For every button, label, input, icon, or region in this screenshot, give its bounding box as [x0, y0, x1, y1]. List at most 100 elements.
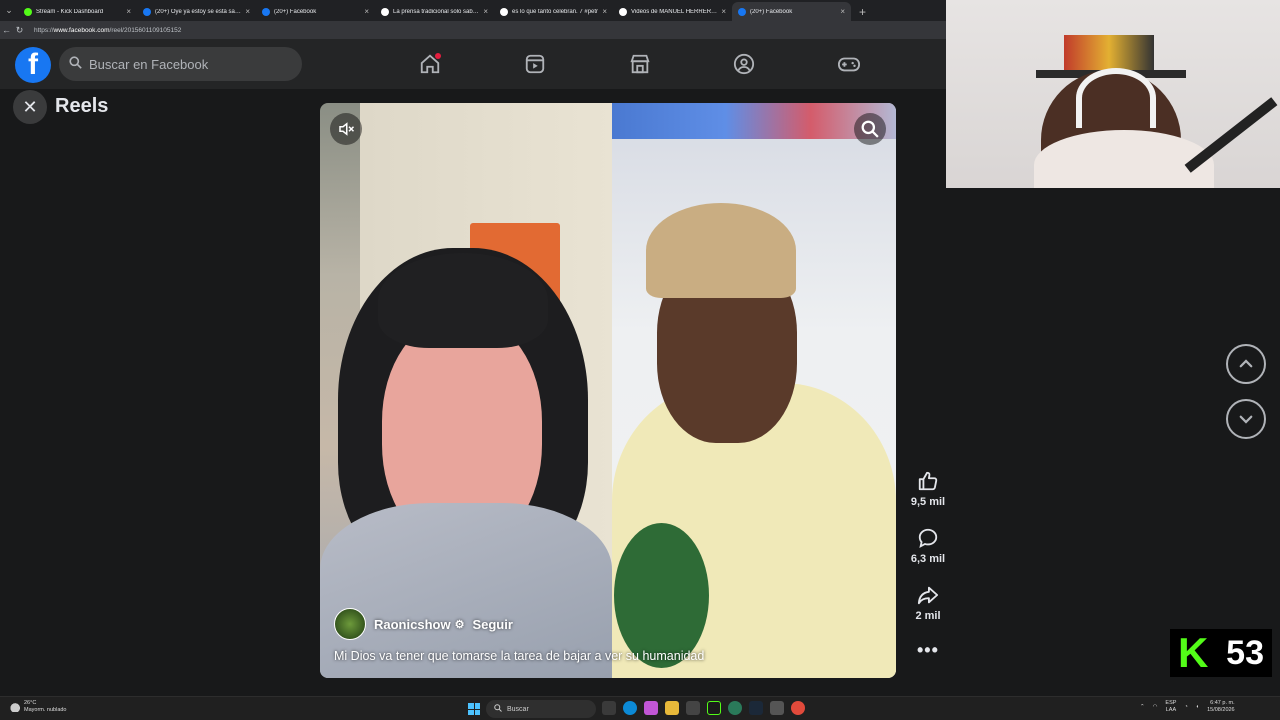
tab-title: (20+) Oye ya estoy se está saliendo [155, 8, 242, 15]
webcam-shelf-items [1064, 35, 1154, 70]
browser-tab-strip: ⌄ Stream - Kick Dashboard × (20+) Oye ya e… [0, 0, 946, 21]
tab-favicon-icon [24, 7, 32, 16]
weather-widget[interactable]: 26°C Mayorm. nublado [8, 700, 67, 714]
close-icon: ✕ [22, 96, 38, 117]
back-icon[interactable]: ← [0, 25, 13, 35]
clock[interactable]: 6:47 p. m. 15/08/2026 [1207, 700, 1235, 714]
facebook-logo[interactable]: f [15, 47, 51, 83]
more-options-button[interactable]: ••• [917, 640, 939, 661]
task-view-icon[interactable] [602, 701, 616, 715]
share-icon [917, 586, 939, 605]
url-host: www.facebook.com [53, 26, 110, 34]
notification-dot [435, 53, 441, 59]
reload-icon[interactable]: ↻ [13, 25, 26, 36]
steam-icon[interactable] [749, 701, 763, 715]
system-tray: ⌃ ◠ ESP LAA ◔ ◖ 6:47 p. m. 15/08/2026 [1140, 700, 1235, 714]
reel-owner-row: Raonicshow ⚙ Seguir [334, 608, 513, 640]
webcam-mic-arm [1184, 97, 1278, 173]
tab-favicon-icon [738, 7, 746, 16]
chevron-up-icon[interactable]: ⌃ [1140, 704, 1145, 710]
home-icon[interactable] [418, 52, 442, 76]
start-button[interactable] [468, 703, 480, 715]
wifi-icon[interactable]: ◔ [1184, 704, 1187, 710]
close-reels-button[interactable]: ✕ [13, 90, 47, 124]
reel-video[interactable]: Raonicshow ⚙ Seguir Mi Dios va tener que… [320, 103, 896, 678]
tab-close-icon[interactable]: × [840, 7, 845, 16]
video-shirt-seal [614, 523, 709, 668]
new-tab-button[interactable]: + [851, 2, 874, 21]
chrome-icon[interactable] [791, 701, 805, 715]
search-icon [69, 56, 82, 72]
browser-tab[interactable]: es lo que tanto celebran. 7 #petr × [494, 2, 613, 21]
kick-app-icon[interactable] [707, 701, 721, 715]
weather-text: Mayorm. nublado [24, 707, 67, 713]
windows-taskbar: 26°C Mayorm. nublado Buscar ⌃ ◠ ESP LAA … [0, 696, 1280, 720]
volume-icon[interactable]: ◖ [1196, 704, 1199, 710]
comment-icon [918, 528, 938, 548]
tab-favicon-icon [381, 7, 389, 16]
tab-favicon-icon [143, 7, 151, 16]
mute-button[interactable] [330, 113, 362, 145]
follow-button[interactable]: Seguir [472, 617, 512, 632]
clock-time: 6:47 p. m. [1210, 700, 1235, 706]
search-icon [494, 704, 502, 714]
tab-close-icon[interactable]: × [245, 7, 250, 16]
url-field[interactable]: https://www.facebook.com/reel/2015601109… [34, 27, 181, 34]
avatar[interactable] [334, 608, 366, 640]
speaker-muted-icon [339, 122, 355, 136]
tab-close-icon[interactable]: × [602, 7, 607, 16]
like-button[interactable]: 9,5 mil [902, 470, 954, 508]
capture-icon[interactable] [770, 701, 784, 715]
language-indicator[interactable]: ESP LAA [1165, 700, 1176, 714]
marketplace-icon[interactable] [628, 52, 652, 76]
next-reel-button[interactable] [1226, 399, 1266, 439]
tab-search-icon[interactable]: ⌄ [0, 0, 18, 21]
video-icon[interactable] [523, 52, 547, 76]
store-icon[interactable] [686, 701, 700, 715]
browser-tab[interactable]: Videos de MANUEL HERRERA (@m × [613, 2, 732, 21]
browser-tab[interactable]: La prensa tradicional solo sabe bu × [375, 2, 494, 21]
file-explorer-icon[interactable] [665, 701, 679, 715]
browser-tab[interactable]: (20+) Oye ya estoy se está saliendo × [137, 2, 256, 21]
taskbar-search[interactable]: Buscar [486, 700, 596, 718]
tab-close-icon[interactable]: × [126, 7, 131, 16]
copilot-icon[interactable] [644, 701, 658, 715]
like-count: 9,5 mil [910, 496, 946, 508]
webcam-headphones [1076, 68, 1156, 128]
search-icon [861, 120, 879, 138]
url-prefix: https:// [34, 26, 54, 34]
video-search-button[interactable] [854, 113, 886, 145]
browser-tab[interactable]: Stream - Kick Dashboard × [18, 2, 137, 21]
tab-close-icon[interactable]: × [721, 7, 726, 16]
network-icon[interactable]: ◠ [1153, 704, 1158, 710]
share-count: 2 mil [915, 610, 941, 622]
gaming-icon[interactable] [837, 52, 861, 76]
taskbar-search-label: Buscar [507, 705, 529, 713]
video-umbrella [612, 103, 896, 139]
search-input[interactable]: Buscar en Facebook [59, 47, 302, 81]
search-placeholder: Buscar en Facebook [89, 56, 209, 72]
tab-title: (20+) Facebook [750, 8, 793, 15]
edge-icon[interactable] [623, 701, 637, 715]
browser-tab[interactable]: (20+) Facebook × [256, 2, 375, 21]
kick-viewer-badge: K 53 [1170, 629, 1272, 677]
facebook-header: f Buscar en Facebook [0, 39, 946, 89]
reel-caption: Mi Dios va tener que tomarse la tarea de… [334, 649, 705, 663]
share-button[interactable]: 2 mil [902, 584, 954, 622]
app-icon[interactable] [728, 701, 742, 715]
previous-reel-button[interactable] [1226, 344, 1266, 384]
video-right-frame [612, 103, 896, 678]
comment-button[interactable]: 6,3 mil [902, 527, 954, 565]
thumbs-up-icon [918, 471, 938, 491]
language-code: ESP [1165, 700, 1177, 706]
chevron-up-icon [1239, 359, 1253, 368]
webcam-overlay [946, 0, 1280, 188]
tab-close-icon[interactable]: × [483, 7, 488, 16]
verified-icon: ⚙ [454, 618, 465, 631]
cloud-icon [8, 702, 20, 712]
tab-close-icon[interactable]: × [364, 7, 369, 16]
groups-icon[interactable] [732, 52, 756, 76]
tab-favicon-icon [619, 7, 627, 16]
owner-name[interactable]: Raonicshow [374, 617, 451, 632]
browser-tab[interactable]: (20+) Facebook × [732, 2, 851, 21]
